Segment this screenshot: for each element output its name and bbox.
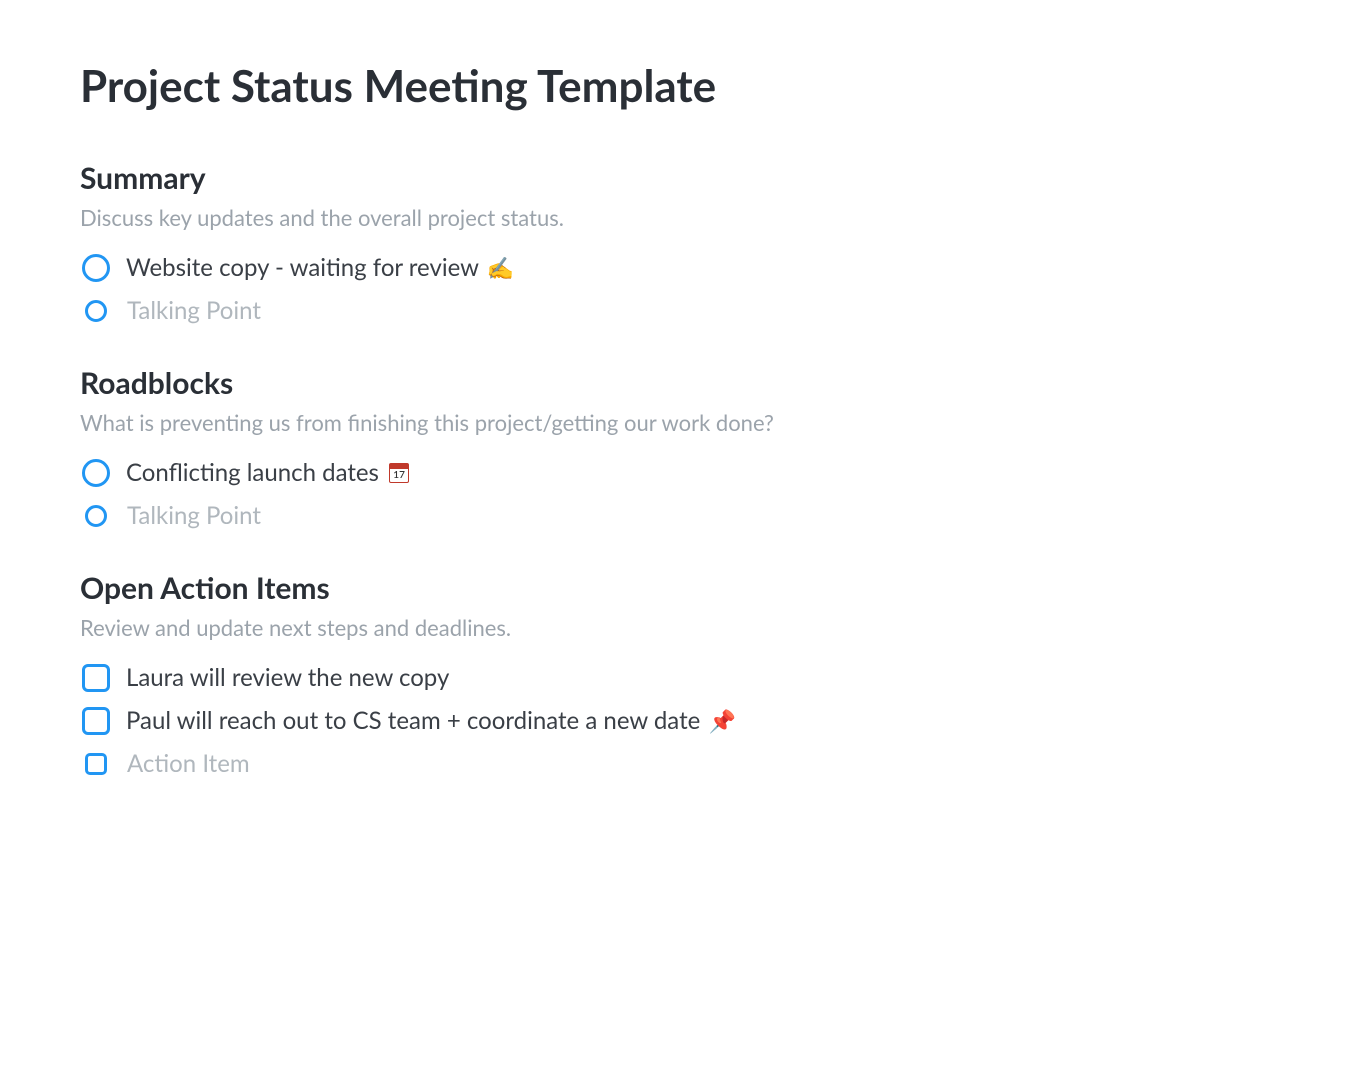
talking-point-placeholder[interactable]: Talking Point — [80, 501, 1288, 530]
circle-marker-icon[interactable] — [82, 459, 110, 487]
item-text[interactable]: Laura will review the new copy — [126, 663, 449, 692]
circle-marker-icon[interactable] — [85, 300, 107, 322]
calendar-icon: 17 — [389, 463, 409, 483]
section-summary: Summary Discuss key updates and the over… — [80, 160, 1288, 325]
item-text[interactable]: Website copy - waiting for review ✍️ — [126, 253, 514, 282]
section-roadblocks: Roadblocks What is preventing us from fi… — [80, 365, 1288, 530]
section-heading-actions: Open Action Items — [80, 570, 1288, 606]
section-heading-roadblocks: Roadblocks — [80, 365, 1288, 401]
circle-marker-icon[interactable] — [85, 505, 107, 527]
item-label: Website copy - waiting for review — [126, 253, 479, 282]
circle-marker-icon[interactable] — [82, 254, 110, 282]
placeholder-text[interactable]: Talking Point — [127, 501, 261, 530]
item-text[interactable]: Conflicting launch dates 17 — [126, 458, 409, 487]
talking-point-item[interactable]: Conflicting launch dates 17 — [80, 458, 1288, 487]
calendar-day: 17 — [390, 469, 408, 482]
page-title: Project Status Meeting Template — [80, 60, 1288, 112]
action-item-placeholder[interactable]: Action Item — [80, 749, 1288, 778]
talking-point-placeholder[interactable]: Talking Point — [80, 296, 1288, 325]
talking-point-item[interactable]: Website copy - waiting for review ✍️ — [80, 253, 1288, 282]
section-description-roadblocks: What is preventing us from finishing thi… — [80, 409, 1288, 436]
section-heading-summary: Summary — [80, 160, 1288, 196]
item-text[interactable]: Paul will reach out to CS team + coordin… — [126, 706, 736, 735]
placeholder-text[interactable]: Action Item — [127, 749, 250, 778]
checkbox-icon[interactable] — [82, 664, 110, 692]
action-item[interactable]: Paul will reach out to CS team + coordin… — [80, 706, 1288, 735]
pushpin-icon: 📌 — [708, 707, 735, 734]
section-description-summary: Discuss key updates and the overall proj… — [80, 204, 1288, 231]
item-label: Paul will reach out to CS team + coordin… — [126, 706, 700, 735]
placeholder-text[interactable]: Talking Point — [127, 296, 261, 325]
checkbox-icon[interactable] — [85, 753, 107, 775]
item-label: Conflicting launch dates — [126, 458, 379, 487]
section-description-actions: Review and update next steps and deadlin… — [80, 614, 1288, 641]
writing-hand-icon: ✍️ — [487, 254, 514, 281]
action-item[interactable]: Laura will review the new copy — [80, 663, 1288, 692]
checkbox-icon[interactable] — [82, 707, 110, 735]
section-actions: Open Action Items Review and update next… — [80, 570, 1288, 778]
